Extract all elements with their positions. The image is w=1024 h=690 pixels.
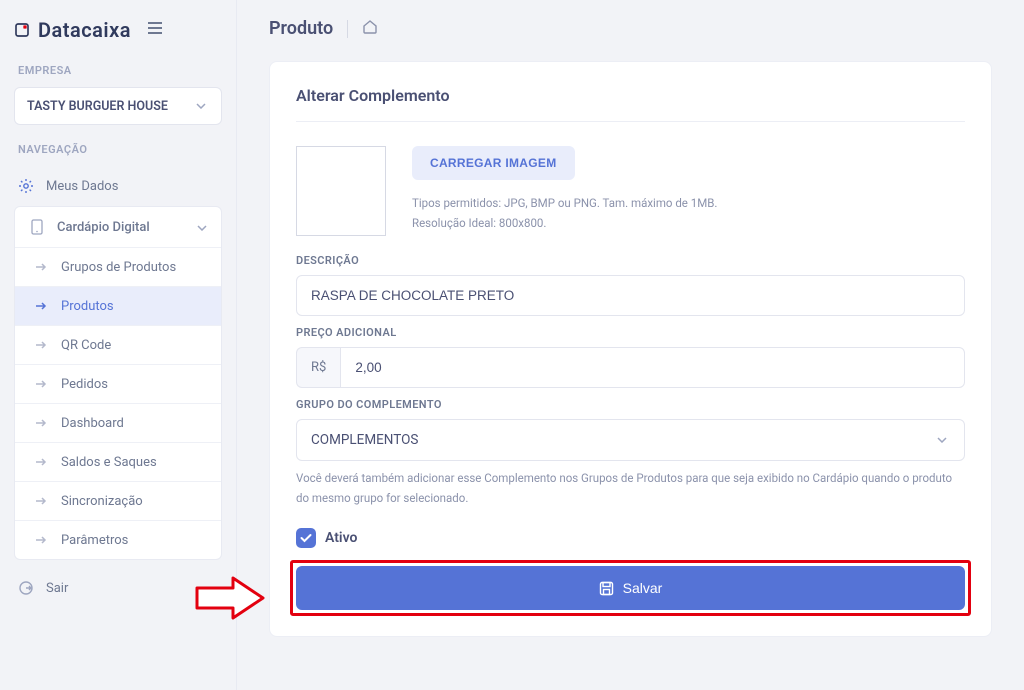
- nav-label: Grupos de Produtos: [61, 260, 176, 275]
- logout-icon: [18, 580, 34, 596]
- arrow-right-icon: [33, 532, 49, 548]
- brand-logo-icon: [14, 22, 30, 38]
- card-title: Alterar Complemento: [296, 86, 965, 122]
- home-icon[interactable]: [362, 19, 378, 38]
- arrow-right-icon: [33, 454, 49, 470]
- nav-label: Saldos e Saques: [61, 455, 157, 470]
- currency-prefix: R$: [296, 347, 340, 388]
- nav-sub-grupos[interactable]: Grupos de Produtos: [15, 247, 221, 286]
- arrow-right-icon: [33, 298, 49, 314]
- page-title: Produto: [269, 18, 333, 39]
- upload-hint-types: Tipos permitidos: JPG, BMP ou PNG. Tam. …: [412, 194, 965, 214]
- brand-name: Datacaixa: [38, 18, 131, 42]
- ativo-label: Ativo: [325, 530, 357, 546]
- arrow-right-icon: [33, 376, 49, 392]
- nav-label: Parâmetros: [61, 533, 128, 548]
- arrow-right-icon: [33, 337, 49, 353]
- nav-label: Dashboard: [61, 416, 124, 431]
- menu-toggle-icon[interactable]: [147, 21, 163, 39]
- nav-sair[interactable]: Sair: [14, 568, 222, 608]
- nav-label: Produtos: [61, 299, 114, 314]
- ativo-checkbox[interactable]: [296, 528, 316, 548]
- nav-label: QR Code: [61, 338, 111, 353]
- nav-section-label: NAVEGAÇÃO: [18, 143, 222, 156]
- brand: Datacaixa: [14, 18, 222, 42]
- gear-icon: [18, 178, 34, 194]
- nav-label: Sincronização: [61, 494, 143, 509]
- arrow-right-icon: [33, 259, 49, 275]
- descricao-input[interactable]: [296, 275, 965, 316]
- nav-label: Pedidos: [61, 377, 108, 392]
- grupo-label: GRUPO DO COMPLEMENTO: [296, 398, 965, 411]
- nav-sub-dashboard[interactable]: Dashboard: [15, 403, 221, 442]
- breadcrumb-separator: [347, 20, 348, 38]
- device-icon: [29, 219, 45, 235]
- grupo-select[interactable]: COMPLEMENTOS: [296, 419, 965, 461]
- chevron-down-icon: [193, 98, 209, 114]
- save-button[interactable]: Salvar: [296, 566, 965, 610]
- grupo-help-text: Você deverá também adicionar esse Comple…: [296, 469, 965, 508]
- company-selected: TASTY BURGUER HOUSE: [27, 99, 168, 114]
- arrow-right-icon: [33, 415, 49, 431]
- descricao-label: DESCRIÇÃO: [296, 254, 965, 267]
- save-icon: [599, 580, 615, 596]
- breadcrumb: Produto: [269, 18, 992, 39]
- grupo-selected: COMPLEMENTOS: [311, 432, 418, 448]
- preco-label: PREÇO ADICIONAL: [296, 326, 965, 339]
- save-label: Salvar: [623, 580, 663, 596]
- nav-label: Sair: [46, 581, 68, 596]
- nav-sub-pedidos[interactable]: Pedidos: [15, 364, 221, 403]
- image-preview[interactable]: [296, 146, 386, 236]
- nav-sub-saldos[interactable]: Saldos e Saques: [15, 442, 221, 481]
- chevron-down-icon: [197, 220, 207, 235]
- upload-hint-resolution: Resolução Ideal: 800x800.: [412, 214, 965, 234]
- nav-label: Cardápio Digital: [57, 220, 150, 235]
- nav-meus-dados[interactable]: Meus Dados: [14, 166, 222, 206]
- nav-sub-qrcode[interactable]: QR Code: [15, 325, 221, 364]
- nav-sub-produtos[interactable]: Produtos: [15, 286, 221, 325]
- nav-label: Meus Dados: [46, 179, 118, 194]
- nav-cardapio-digital[interactable]: Cardápio Digital: [15, 207, 221, 247]
- company-section-label: EMPRESA: [18, 64, 222, 77]
- chevron-down-icon: [934, 432, 950, 448]
- arrow-right-icon: [33, 493, 49, 509]
- preco-input[interactable]: [340, 347, 965, 388]
- upload-image-button[interactable]: CARREGAR IMAGEM: [412, 146, 575, 180]
- nav-sub-parametros[interactable]: Parâmetros: [15, 520, 221, 559]
- company-selector[interactable]: TASTY BURGUER HOUSE: [14, 87, 222, 125]
- form-card: Alterar Complemento CARREGAR IMAGEM Tipo…: [269, 61, 992, 637]
- nav-sub-sincronizacao[interactable]: Sincronização: [15, 481, 221, 520]
